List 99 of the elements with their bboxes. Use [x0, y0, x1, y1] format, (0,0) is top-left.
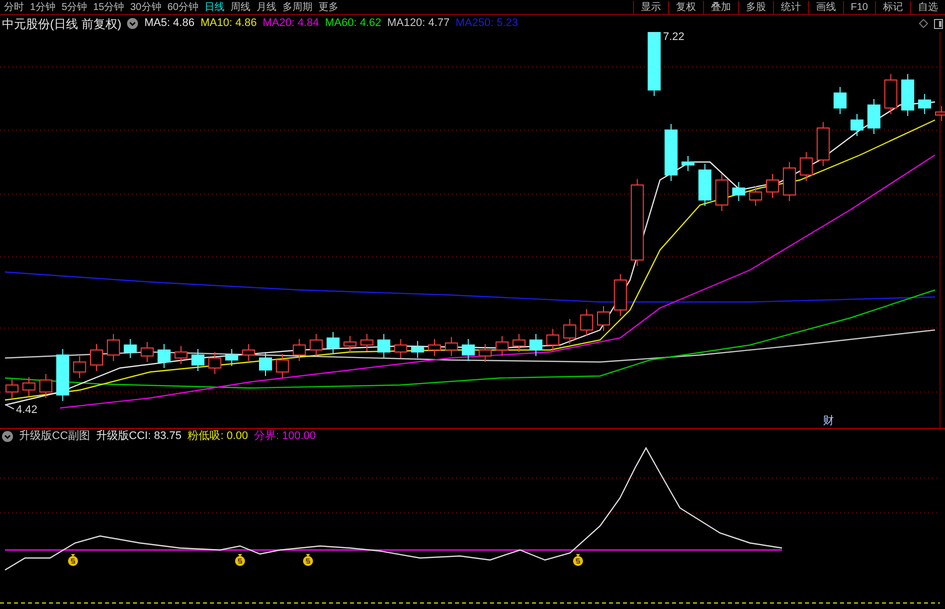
candlestick — [22, 376, 36, 396]
candlestick — [834, 86, 847, 114]
candlestick — [496, 336, 509, 356]
toolbar-button[interactable]: 标记 — [875, 0, 910, 14]
period-tab[interactable]: 1分钟 — [30, 0, 56, 14]
candlestick — [682, 156, 694, 172]
candlestick — [428, 338, 441, 356]
candlestick — [140, 342, 154, 362]
candlestick — [529, 334, 542, 356]
candlestick — [901, 74, 914, 116]
candlestick — [394, 338, 408, 358]
money-bag-icon — [235, 554, 245, 566]
candlestick — [597, 306, 610, 332]
candlestick — [782, 162, 796, 202]
toolbar-button[interactable]: 复权 — [668, 0, 703, 14]
candlestick — [56, 348, 70, 402]
ma-value: MA5: 4.86 — [144, 16, 194, 32]
period-tab[interactable]: 分时 — [4, 0, 24, 14]
money-bag-icon — [303, 554, 313, 566]
period-tab[interactable]: 30分钟 — [130, 0, 162, 14]
candlestick — [174, 346, 188, 364]
ma-value: MA10: 4.86 — [200, 16, 257, 32]
leader-line — [650, 32, 658, 36]
candlestick — [276, 354, 289, 378]
candlestick — [546, 328, 560, 352]
toolbar-button[interactable]: 多股 — [738, 0, 773, 14]
toolbar-button[interactable]: 自选 — [910, 0, 945, 14]
high-price-label: 7.22 — [663, 32, 684, 43]
dropdown-icon[interactable] — [2, 431, 13, 442]
indicator-value: 升级版CCI: 83.75 — [96, 429, 182, 444]
dropdown-icon[interactable] — [127, 18, 138, 29]
candlestick — [580, 308, 594, 336]
candlestick — [800, 152, 813, 182]
period-tab[interactable]: 周线 — [230, 0, 250, 14]
period-tab[interactable]: 多周期 — [282, 0, 312, 14]
candlestick — [326, 332, 340, 354]
candlestick — [310, 334, 323, 356]
indicator-title: 升级版CC副图 — [19, 429, 90, 444]
ma-value: MA250: 5.23 — [456, 16, 518, 32]
low-price-label: 4.42 — [16, 404, 38, 416]
candlestick — [715, 174, 728, 212]
candlestick — [411, 340, 424, 358]
money-bag-icon — [573, 554, 583, 566]
chart-title: 中元股份(日线 前复权) — [2, 16, 122, 32]
candlestick — [867, 98, 880, 134]
candlestick — [512, 334, 526, 352]
candlestick — [377, 334, 390, 358]
candlestick — [344, 336, 356, 352]
candlestick — [191, 348, 204, 372]
toolbar-button[interactable]: 画线 — [808, 0, 843, 14]
period-tab[interactable]: 15分钟 — [93, 0, 124, 14]
candlestick — [766, 174, 779, 198]
candlestick — [563, 318, 576, 344]
diamond-icon[interactable] — [919, 19, 928, 28]
candlestick — [935, 106, 945, 122]
toolbar-button[interactable]: 统计 — [772, 0, 808, 14]
panel-icon[interactable] — [934, 18, 943, 28]
money-bag-icon — [68, 554, 78, 566]
candlestick — [698, 164, 712, 206]
period-tab[interactable]: 60分钟 — [167, 0, 198, 14]
candlestick — [648, 32, 661, 96]
candlestick — [850, 114, 864, 136]
period-tab[interactable]: 5分钟 — [62, 0, 88, 14]
candlestick — [749, 186, 762, 206]
candlestick — [816, 122, 830, 166]
ma-value: MA60: 4.62 — [325, 16, 382, 32]
candlestick — [664, 124, 678, 182]
candlestick — [106, 334, 120, 362]
candlestick — [478, 344, 492, 362]
candlestick — [259, 352, 272, 376]
indicator-value: 粉低吸: 0.00 — [187, 429, 248, 444]
candlestick — [918, 94, 932, 114]
event-marker[interactable]: 财 — [823, 415, 834, 427]
candlestick — [614, 274, 627, 316]
candlestick — [158, 344, 171, 368]
candlestick — [732, 182, 746, 202]
candlestick — [444, 336, 458, 356]
indicator-value: 分界: 100.00 — [254, 429, 316, 444]
candlestick — [242, 344, 256, 362]
candlestick — [6, 378, 18, 398]
candlestick — [90, 344, 103, 372]
candlestick — [225, 348, 238, 366]
period-tab[interactable]: 月线 — [256, 0, 276, 14]
candlestick — [73, 356, 86, 378]
toolbar-button[interactable]: 叠加 — [702, 0, 738, 14]
candlestick — [884, 74, 898, 114]
period-tab[interactable]: 更多 — [318, 0, 338, 14]
leader-line — [6, 404, 14, 410]
candlestick — [462, 338, 475, 362]
candlestick — [292, 338, 306, 362]
candlestick — [39, 374, 52, 398]
ma-value: MA120: 4.77 — [387, 16, 450, 32]
ma-value: MA20: 4.84 — [262, 16, 319, 32]
candlestick — [208, 352, 222, 374]
toolbar-button[interactable]: 显示 — [632, 0, 668, 14]
toolbar-button[interactable]: F10 — [842, 0, 875, 14]
candlestick — [360, 334, 374, 352]
period-tab[interactable]: 日线 — [204, 0, 224, 14]
candlestick — [124, 338, 137, 358]
